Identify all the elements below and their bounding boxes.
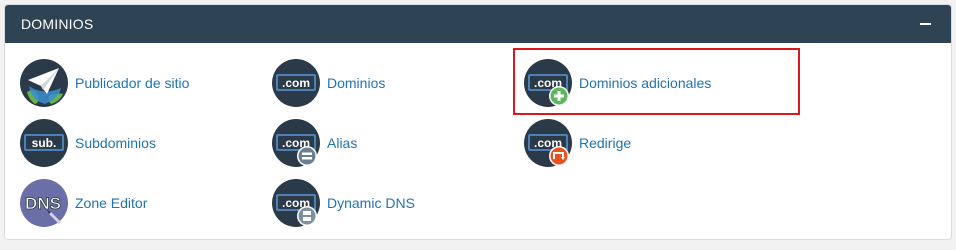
sub-text: sub. — [32, 136, 57, 150]
item-label: Redirige — [579, 135, 632, 151]
item-aliases[interactable]: .com Alias — [271, 118, 357, 168]
item-dynamic-dns[interactable]: .com Dynamic DNS — [271, 178, 415, 228]
collapse-button[interactable] — [915, 14, 935, 34]
panel-header: DOMINIOS — [5, 5, 951, 43]
item-label: Dominios — [327, 75, 386, 91]
item-site-publisher[interactable]: Publicador de sitio — [19, 58, 189, 108]
dns-text: DNS — [25, 194, 61, 213]
selection-highlight — [513, 48, 800, 115]
item-label: Zone Editor — [75, 195, 148, 211]
minus-icon — [919, 23, 931, 25]
item-label: Dynamic DNS — [327, 195, 415, 211]
item-domains[interactable]: .com Dominios — [271, 58, 385, 108]
panel-title: DOMINIOS — [21, 16, 94, 32]
item-label: Subdominios — [75, 135, 156, 151]
dotcom-dynamic-dns-icon: .com — [271, 178, 321, 228]
item-label: Alias — [327, 135, 358, 151]
sub-icon: sub. — [19, 118, 69, 168]
dns-zone-icon: DNS — [19, 178, 69, 228]
item-subdomains[interactable]: sub. Subdominios — [19, 118, 156, 168]
item-redirects[interactable]: .com Redirige — [523, 118, 631, 168]
dotcom-icon: .com — [271, 58, 321, 108]
item-label: Publicador de sitio — [75, 75, 190, 91]
dotcom-text: .com — [282, 76, 310, 90]
item-zone-editor[interactable]: DNS Zone Editor — [19, 178, 147, 228]
paper-plane-globe-icon — [19, 58, 69, 108]
dotcom-alias-icon: .com — [271, 118, 321, 168]
dotcom-redirect-icon: .com — [523, 118, 573, 168]
